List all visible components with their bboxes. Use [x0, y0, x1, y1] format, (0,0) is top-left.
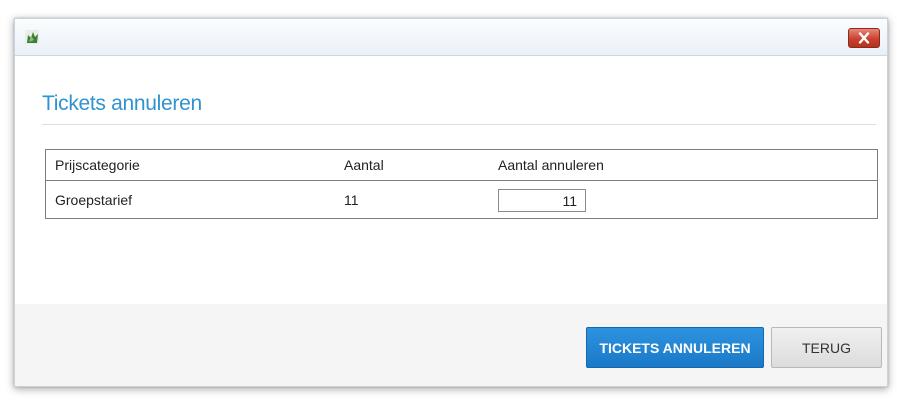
cell-cancel-count [489, 181, 878, 219]
header-cancel-count: Aantal annuleren [489, 149, 878, 181]
tickets-table: Prijscategorie Aantal Aantal annuleren G… [45, 149, 878, 219]
header-price-category: Prijscategorie [45, 149, 335, 181]
dialog-footer: TICKETS ANNULEREN TERUG [15, 304, 887, 386]
titlebar [15, 19, 887, 56]
table-row: Groepstarief 11 [46, 181, 878, 219]
cancel-tickets-button[interactable]: TICKETS ANNULEREN [586, 327, 764, 368]
cell-count: 11 [344, 191, 359, 208]
close-x-icon [858, 32, 870, 44]
title-divider [42, 124, 876, 125]
leaf-app-icon [24, 29, 40, 45]
dialog-content: Tickets annuleren Prijscategorie Aantal … [15, 56, 887, 304]
back-button[interactable]: TERUG [771, 327, 882, 368]
cell-price-category: Groepstarief [55, 191, 133, 208]
header-count: Aantal [335, 149, 489, 181]
dialog-title: Tickets annuleren [42, 92, 202, 115]
cancel-tickets-dialog: Tickets annuleren Prijscategorie Aantal … [14, 18, 888, 387]
close-button[interactable] [848, 28, 880, 48]
cancel-count-input[interactable] [498, 189, 586, 212]
table-header-row: Prijscategorie Aantal Aantal annuleren [45, 149, 878, 181]
